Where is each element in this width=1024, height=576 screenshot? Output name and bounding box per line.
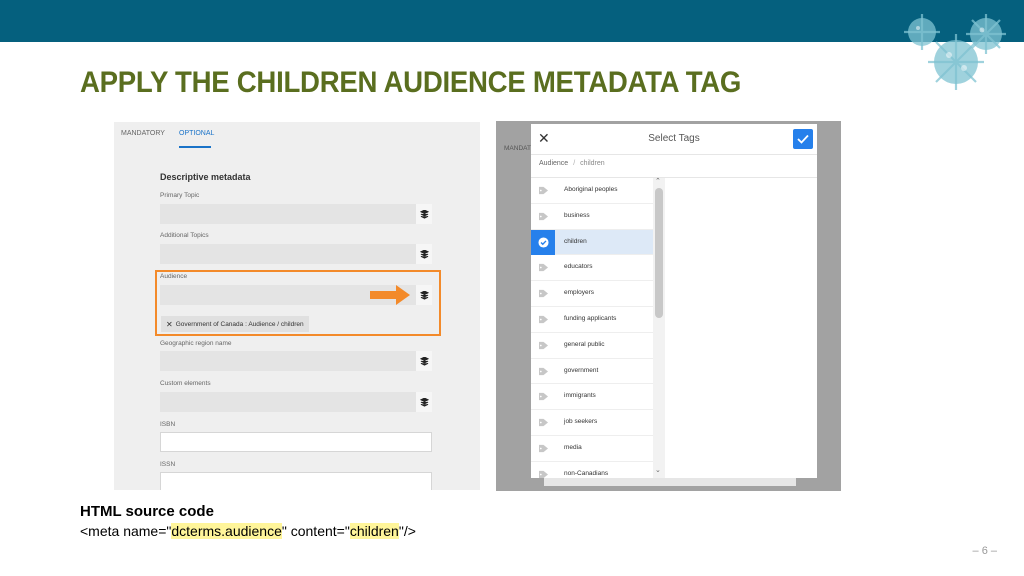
tag-icon	[531, 384, 555, 409]
tag-icon	[531, 462, 555, 478]
tag-list-item[interactable]: job seekers	[531, 410, 653, 436]
breadcrumb-current: children	[580, 160, 605, 167]
geographic-region-label: Geographic region name	[160, 340, 232, 347]
chevron-down-icon[interactable]: ⌄	[655, 466, 661, 474]
tag-icon	[531, 178, 555, 203]
tag-list-item[interactable]: business	[531, 204, 653, 230]
additional-topics-tag-button[interactable]	[416, 244, 432, 264]
checkmark-icon	[797, 134, 809, 144]
custom-elements-label: Custom elements	[160, 380, 211, 387]
virus-decoration-icon	[904, 14, 1006, 90]
tag-list-item-label: business	[564, 211, 590, 219]
select-tags-screenshot: MANDATO ✕ Select Tags Audience / children …	[496, 121, 841, 491]
additional-topics-label: Additional Topics	[160, 232, 209, 239]
tag-list-item[interactable]: immigrants	[531, 384, 653, 411]
tag-list-item-label: non-Canadians	[564, 469, 609, 477]
tag-list-item[interactable]: media	[531, 436, 653, 462]
background-field	[544, 478, 796, 486]
tag-list-item-label: government	[564, 366, 599, 374]
tab-optional[interactable]: OPTIONAL	[179, 130, 214, 137]
custom-elements-tag-button[interactable]	[416, 392, 432, 412]
confirm-button[interactable]	[793, 129, 813, 149]
primary-topic-label: Primary Topic	[160, 192, 200, 199]
tag-list-item[interactable]: funding applicants	[531, 307, 653, 333]
scrollbar[interactable]: ⌃ ⌄	[653, 178, 665, 478]
tag-list-item-label: general public	[564, 340, 605, 348]
code-middle: " content="	[281, 523, 350, 539]
page-number: – 6 –	[972, 545, 997, 557]
tag-list-item[interactable]: children	[531, 229, 653, 256]
code-title: HTML source code	[80, 503, 214, 520]
code-prefix: <meta name="	[80, 523, 172, 539]
tag-list-item-label: media	[564, 444, 582, 451]
tag-icon	[531, 436, 555, 461]
tag-icon	[531, 281, 555, 306]
issn-label: ISSN	[160, 461, 176, 468]
tag-list-item[interactable]: employers	[531, 281, 653, 307]
geographic-region-field[interactable]	[160, 351, 432, 371]
tag-icon	[531, 255, 555, 280]
tag-list-item[interactable]: educators	[531, 255, 653, 282]
check-circle-icon	[531, 229, 555, 255]
tag-list-item-label: job seekers	[564, 418, 598, 426]
tag-list-item[interactable]: government	[531, 359, 653, 385]
tag-list-item-label: educators	[564, 263, 593, 271]
tag-list-item-label: Aboriginal peoples	[564, 186, 618, 193]
active-tab-indicator	[179, 146, 211, 148]
tag-stack-icon	[419, 397, 429, 407]
breadcrumb: Audience / children	[539, 160, 605, 167]
audience-highlight-box	[155, 270, 441, 336]
breadcrumb-root[interactable]: Audience	[539, 160, 568, 167]
tag-icon	[531, 359, 555, 384]
dialog-title: Select Tags	[648, 133, 700, 144]
custom-elements-field[interactable]	[160, 392, 432, 412]
tag-list: Aboriginal peoples business children educat…	[531, 178, 654, 478]
tag-icon	[531, 410, 555, 435]
code-content-value: children	[349, 523, 399, 539]
code-suffix: "/>	[398, 523, 416, 539]
section-title: Descriptive metadata	[160, 172, 251, 182]
issn-field[interactable]	[160, 472, 432, 490]
tag-icon	[531, 204, 555, 229]
scrollbar-thumb[interactable]	[655, 188, 663, 318]
breadcrumb-separator: /	[573, 160, 576, 167]
tag-list-item-label: children	[564, 237, 587, 245]
isbn-field[interactable]	[160, 432, 432, 452]
code-line: <meta name="dcterms.audience" content="c…	[80, 523, 416, 539]
tag-stack-icon	[419, 249, 429, 259]
tag-icon	[531, 307, 555, 332]
primary-topic-field[interactable]	[160, 204, 432, 224]
slide-title: APPLY THE CHILDREN AUDIENCE METADATA TAG	[80, 66, 742, 99]
isbn-label: ISBN	[160, 421, 176, 428]
code-name-value: dcterms.audience	[171, 523, 282, 539]
tag-list-item-label: immigrants	[564, 392, 596, 400]
tag-list-item-label: employers	[564, 289, 594, 297]
chevron-up-icon[interactable]: ⌃	[655, 177, 661, 185]
tag-list-item[interactable]: non-Canadians	[531, 462, 653, 478]
additional-topics-field[interactable]	[160, 244, 432, 264]
tab-mandatory[interactable]: MANDATORY	[121, 130, 165, 137]
tag-icon	[531, 333, 555, 358]
metadata-form-screenshot: MANDATORY OPTIONAL Descriptive metadata …	[114, 122, 480, 490]
tag-list-item[interactable]: Aboriginal peoples	[531, 178, 653, 204]
select-tags-dialog: ✕ Select Tags Audience / children Aborigin…	[531, 124, 817, 478]
geographic-region-tag-button[interactable]	[416, 351, 432, 371]
tag-list-item-label: funding applicants	[564, 315, 617, 322]
top-bar	[0, 0, 1024, 42]
primary-topic-tag-button[interactable]	[416, 204, 432, 224]
tag-stack-icon	[419, 209, 429, 219]
dialog-header: ✕ Select Tags	[531, 124, 817, 155]
tag-list-item[interactable]: general public	[531, 333, 653, 359]
tag-stack-icon	[419, 356, 429, 366]
